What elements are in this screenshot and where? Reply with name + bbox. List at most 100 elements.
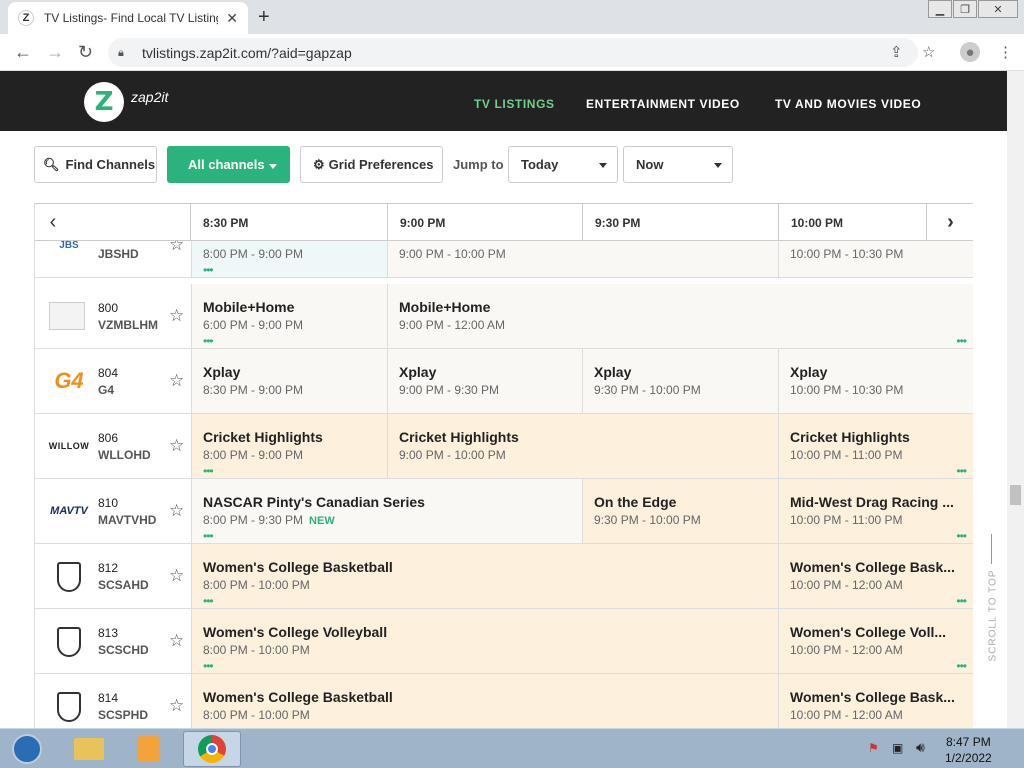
program-cell[interactable]: Cricket Highlights 8:00 PM - 9:00 PM ••• [191, 414, 387, 478]
close-icon[interactable]: ✕ [226, 10, 238, 27]
program-cell[interactable]: Cricket Highlights 9:00 PM - 10:00 PM [387, 414, 778, 478]
volume-icon[interactable]: 🔊︎ [916, 739, 925, 756]
program-title: Xplay [399, 364, 437, 380]
scroll-to-top-button[interactable]: SCROLL TO TOP [983, 530, 1003, 670]
program-title: NASCAR Pinty's Canadian Series [203, 494, 425, 510]
media-player-icon [138, 736, 160, 762]
program-title: Cricket Highlights [790, 429, 910, 445]
channel-number: 812 [98, 561, 119, 575]
logo-text: zap2it [131, 89, 169, 105]
back-icon[interactable]: ← [14, 42, 32, 63]
page-scrollbar[interactable] [1007, 71, 1024, 728]
prev-time-arrow-icon[interactable]: ‹ [35, 204, 71, 241]
favorite-star-icon[interactable]: ☆ [169, 501, 184, 521]
profile-icon[interactable]: ● [960, 42, 980, 62]
nav-entertainment-video[interactable]: ENTERTAINMENT VIDEO [586, 97, 740, 111]
program-title: Xplay [594, 364, 632, 380]
program-title: Mid-West Drag Racing ... [790, 494, 954, 510]
chrome-taskbar-button[interactable] [183, 731, 241, 767]
program-time: 9:30 PM - 10:00 PM [594, 513, 701, 527]
window-close-icon[interactable]: ✕ [978, 0, 1018, 18]
program-cell[interactable]: Mobile+Home 6:00 PM - 9:00 PM ••• [191, 284, 387, 348]
program-cell[interactable]: Mobile+Home 9:00 PM - 12:00 AM ••• [387, 284, 973, 348]
program-cell[interactable]: Women's College Volleyball 8:00 PM - 10:… [191, 609, 778, 673]
program-time: 8:00 PM - 10:00 PM [203, 578, 310, 592]
more-dots-icon: ••• [956, 334, 967, 348]
find-channels-button[interactable]: 🔍︎ Find Channels [34, 146, 157, 183]
minimize-icon[interactable]: ▁ [928, 0, 952, 18]
nav-tv-and-movies-video[interactable]: TV AND MOVIES VIDEO [775, 97, 921, 111]
favorite-star-icon[interactable]: ☆ [169, 696, 184, 716]
program-cell[interactable]: Xplay 8:30 PM - 9:00 PM [191, 349, 387, 413]
reload-icon[interactable]: ↻ [78, 42, 93, 63]
program-cell[interactable]: Women's College Basketball 8:00 PM - 10:… [191, 674, 778, 728]
network-icon[interactable]: ▣ [892, 741, 903, 755]
new-badge: NEW [309, 515, 335, 527]
program-time: 9:00 PM - 12:00 AM [399, 318, 506, 332]
favorite-star-icon[interactable]: ☆ [169, 306, 184, 326]
share-icon[interactable]: ⇪ [890, 43, 903, 61]
more-dots-icon: ••• [956, 529, 967, 543]
system-clock[interactable]: 8:47 PM 1/2/2022 [945, 734, 992, 766]
program-cell[interactable]: Women's College Bask... 10:00 PM - 12:00… [778, 544, 973, 608]
channel-info[interactable]: 812 SCSAHD ☆ [35, 544, 191, 608]
channel-row: 813 SCSCHD ☆ Women's College Volleyball … [35, 609, 973, 674]
program-cell[interactable]: Women's College Basketball 8:00 PM - 10:… [191, 544, 778, 608]
favorite-star-icon[interactable]: ☆ [169, 371, 184, 391]
browser-tab[interactable]: Z TV Listings- Find Local TV Listing ✕ [8, 2, 248, 34]
menu-icon[interactable]: ⋮ [998, 43, 1013, 61]
clock-date: 1/2/2022 [945, 751, 992, 765]
program-cell[interactable]: Women's College Bask... 10:00 PM - 12:00… [778, 674, 973, 728]
more-dots-icon: ••• [203, 464, 214, 478]
restore-icon[interactable]: ❐ [953, 0, 977, 18]
media-player-taskbar-button[interactable] [120, 731, 178, 767]
file-explorer-taskbar-button[interactable] [60, 731, 118, 767]
clock-time: 8:47 PM [946, 735, 991, 749]
program-cell[interactable]: Mid-West Drag Racing ... 10:00 PM - 11:0… [778, 479, 973, 543]
channel-callsign: JBSHD [98, 247, 139, 261]
time-slot-header: 9:30 PM [582, 204, 778, 241]
channel-info[interactable]: 813 SCSCHD ☆ [35, 609, 191, 673]
channel-info[interactable]: 814 SCSPHD ☆ [35, 674, 191, 728]
program-time: 9:30 PM - 10:00 PM [594, 383, 701, 397]
program-cell[interactable]: Xplay 10:00 PM - 10:30 PM [778, 349, 973, 413]
nav-tv-listings[interactable]: TV LISTINGS [474, 97, 555, 111]
forward-icon[interactable]: → [46, 42, 64, 63]
day-select[interactable]: Today [508, 146, 618, 183]
new-tab-icon[interactable]: + [258, 6, 270, 29]
scroll-to-top-label: SCROLL TO TOP [987, 569, 999, 662]
chevron-down-icon [599, 163, 607, 168]
favorite-star-icon[interactable]: ☆ [169, 566, 184, 586]
program-cell[interactable]: Xplay 9:00 PM - 9:30 PM [387, 349, 582, 413]
channel-info[interactable]: MAVTV 810 MAVTVHD ☆ [35, 479, 191, 543]
network-warning-icon[interactable]: ⚑ [868, 741, 879, 755]
more-dots-icon: ••• [203, 659, 214, 673]
channel-row: 814 SCSPHD ☆ Women's College Basketball … [35, 674, 973, 728]
start-button[interactable] [2, 731, 52, 767]
channel-info[interactable]: 800 VZMBLHM ☆ [35, 284, 191, 348]
more-dots-icon: ••• [956, 464, 967, 478]
program-cell[interactable]: Cricket Highlights 10:00 PM - 11:00 PM •… [778, 414, 973, 478]
scrollbar-thumb[interactable] [1010, 485, 1021, 505]
channel-number: 806 [98, 431, 119, 445]
favorite-star-icon[interactable]: ☆ [169, 436, 184, 456]
channel-row: WILLOW 806 WLLOHD ☆ Cricket Highlights 8… [35, 414, 973, 479]
zap2it-logo-icon[interactable]: Z [84, 82, 124, 122]
program-cell[interactable]: Xplay 9:30 PM - 10:00 PM [582, 349, 778, 413]
grid-preferences-button[interactable]: ⚙ Grid Preferences [300, 146, 443, 183]
bookmark-star-icon[interactable]: ☆ [922, 43, 935, 61]
program-cell[interactable]: Women's College Voll... 10:00 PM - 12:00… [778, 609, 973, 673]
address-bar[interactable]: 🔒︎ tvlistings.zap2it.com/?aid=gapzap [108, 38, 918, 67]
channel-info[interactable]: G4 804 G4 ☆ [35, 349, 191, 413]
favorite-star-icon[interactable]: ☆ [169, 631, 184, 651]
program-cell[interactable]: NASCAR Pinty's Canadian Series 8:00 PM -… [191, 479, 582, 543]
program-title: Women's College Voll... [790, 624, 947, 640]
program-cell[interactable]: On the Edge 9:30 PM - 10:00 PM [582, 479, 778, 543]
channel-info[interactable]: WILLOW 806 WLLOHD ☆ [35, 414, 191, 478]
program-time: 8:00 PM - 9:00 PM [203, 448, 304, 462]
all-channels-dropdown[interactable]: All channels [167, 146, 290, 183]
program-time: 10:00 PM - 11:00 PM [790, 513, 903, 527]
next-time-arrow-icon[interactable]: › [926, 204, 973, 241]
more-dots-icon: ••• [203, 334, 214, 348]
time-select[interactable]: Now [623, 146, 733, 183]
